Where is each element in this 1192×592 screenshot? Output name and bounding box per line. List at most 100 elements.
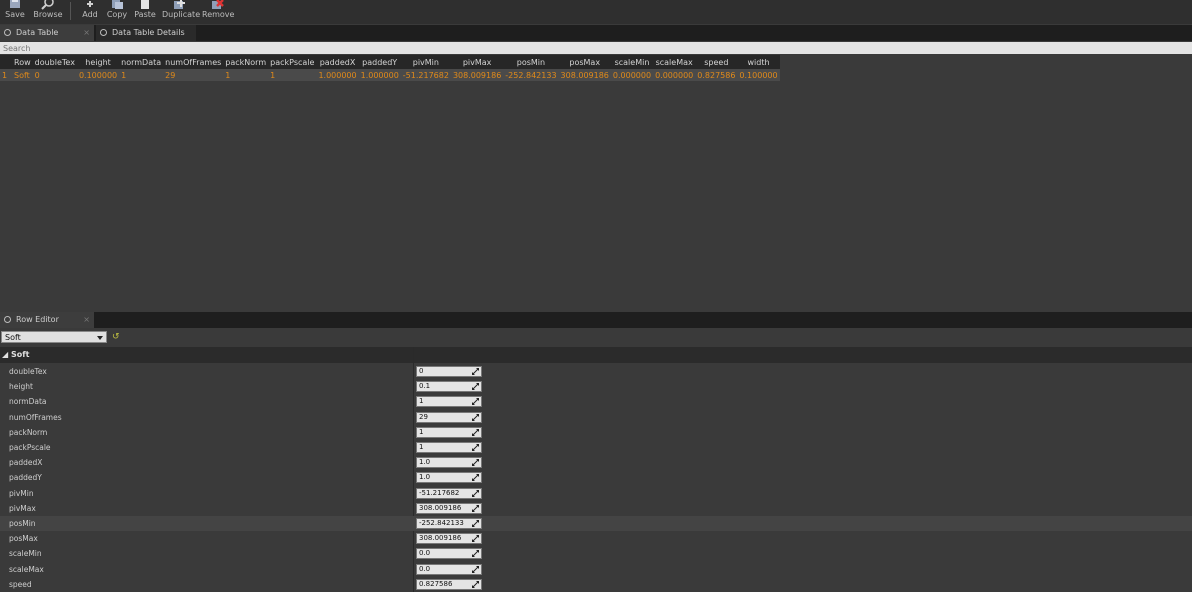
property-row-packpscale: packPscale 1 xyxy=(0,440,1192,455)
row-selector-dropdown[interactable]: Soft xyxy=(1,331,107,343)
property-label: numOfFrames xyxy=(9,413,62,422)
row-editor-tab-icon xyxy=(4,316,11,323)
category-name: Soft xyxy=(10,350,30,359)
row-editor-tab-bar: Row Editor × xyxy=(0,312,1192,328)
duplicate-button[interactable]: Duplicate xyxy=(162,0,201,22)
copy-button[interactable]: Copy xyxy=(105,0,129,22)
save-button[interactable]: Save xyxy=(2,0,28,22)
column-header[interactable]: normData xyxy=(119,55,164,69)
drag-handle-icon[interactable] xyxy=(472,550,479,557)
drag-handle-icon[interactable] xyxy=(472,383,479,390)
paste-button[interactable]: Paste xyxy=(133,0,157,22)
close-icon[interactable]: × xyxy=(83,312,90,328)
copy-label: Copy xyxy=(106,10,128,19)
table-cell[interactable]: Soft xyxy=(12,69,33,81)
column-header[interactable]: pivMax xyxy=(450,55,504,69)
drag-handle-icon[interactable] xyxy=(472,535,479,542)
column-header[interactable]: pivMin xyxy=(400,55,451,69)
column-header[interactable]: width xyxy=(737,55,780,69)
remove-button[interactable]: Remove xyxy=(202,0,235,22)
top-tab-bar: Data Table × Data Table Details xyxy=(0,25,1192,41)
property-row-numofframes: numOfFrames 29 xyxy=(0,410,1192,425)
column-header[interactable]: numOfFrames xyxy=(163,55,224,69)
table-cell[interactable]: -51.217682 xyxy=(400,69,451,81)
search-input[interactable] xyxy=(0,42,1192,54)
property-label: paddedX xyxy=(9,458,43,467)
drag-handle-icon[interactable] xyxy=(472,505,479,512)
drag-handle-icon[interactable] xyxy=(472,474,479,481)
property-row-normdata: normData 1 xyxy=(0,394,1192,409)
drag-handle-icon[interactable] xyxy=(472,520,479,527)
duplicate-icon xyxy=(174,0,185,9)
reset-icon[interactable]: ↺ xyxy=(112,332,120,342)
table-header-row: Row doubleTex height normData numOfFrame… xyxy=(0,55,780,69)
drag-handle-icon[interactable] xyxy=(472,429,479,436)
table-cell[interactable]: 1.000000 xyxy=(358,69,401,81)
remove-label: Remove xyxy=(202,10,235,19)
property-row-posmin: posMin -252.842133 xyxy=(0,516,1192,531)
row-index-header xyxy=(0,55,12,69)
browse-button[interactable]: Browse xyxy=(33,0,63,22)
column-header[interactable]: packPscale xyxy=(268,55,317,69)
column-header[interactable]: posMin xyxy=(503,55,559,69)
category-header[interactable]: ◢ Soft xyxy=(0,347,1192,363)
browse-label: Browse xyxy=(33,10,63,19)
property-label: height xyxy=(9,382,33,391)
table-cell[interactable]: 1.000000 xyxy=(316,69,359,81)
chevron-down-icon xyxy=(97,336,103,340)
drag-handle-icon[interactable] xyxy=(472,490,479,497)
details-tab-icon xyxy=(100,29,107,36)
drag-handle-icon[interactable] xyxy=(472,414,479,421)
table-cell[interactable]: 0.100000 xyxy=(76,69,120,81)
duplicate-label: Duplicate xyxy=(162,10,201,19)
column-header[interactable]: paddedY xyxy=(358,55,401,69)
category-label: ◢ Soft xyxy=(2,350,30,359)
table-cell[interactable]: 29 xyxy=(163,69,224,81)
add-label: Add xyxy=(82,10,98,19)
property-row-posmax: posMax 308.009186 xyxy=(0,531,1192,546)
close-icon[interactable]: × xyxy=(83,25,90,41)
tab-data-table[interactable]: Data Table × xyxy=(0,25,94,41)
data-table-tab-icon xyxy=(4,29,11,36)
property-label: paddedY xyxy=(9,473,42,482)
property-label: pivMax xyxy=(9,504,36,513)
table-cell[interactable]: 0 xyxy=(32,69,77,81)
row-selector-value: Soft xyxy=(5,333,21,342)
property-row-pivmin: pivMin -51.217682 xyxy=(0,486,1192,501)
column-header[interactable]: paddedX xyxy=(316,55,359,69)
column-header[interactable]: doubleTex xyxy=(32,55,77,69)
column-header[interactable]: scaleMin xyxy=(610,55,654,69)
column-header[interactable]: packNorm xyxy=(223,55,269,69)
drag-handle-icon[interactable] xyxy=(472,459,479,466)
tab-data-table-details[interactable]: Data Table Details xyxy=(96,25,196,41)
paste-icon xyxy=(141,0,149,9)
table-cell[interactable]: 0.100000 xyxy=(737,69,780,81)
table-cell[interactable]: 0.000000 xyxy=(653,69,696,81)
drag-handle-icon[interactable] xyxy=(472,581,479,588)
column-header[interactable]: height xyxy=(76,55,120,69)
table-cell[interactable]: 0.000000 xyxy=(610,69,654,81)
table-cell[interactable]: 0.827586 xyxy=(695,69,738,81)
drag-handle-icon[interactable] xyxy=(472,444,479,451)
table-cell[interactable]: 1 xyxy=(268,69,317,81)
table-cell[interactable]: 308.009186 xyxy=(450,69,504,81)
property-row-doubletex: doubleTex 0 xyxy=(0,364,1192,379)
table-cell[interactable]: 308.009186 xyxy=(558,69,611,81)
column-header[interactable]: scaleMax xyxy=(653,55,696,69)
table-row[interactable]: 1 Soft 0 0.100000 1 29 1 1 1.000000 1.00… xyxy=(0,69,780,81)
column-header[interactable]: posMax xyxy=(558,55,611,69)
property-label: scaleMin xyxy=(9,549,42,558)
add-icon xyxy=(87,1,93,7)
add-button[interactable]: Add xyxy=(80,0,100,22)
drag-handle-icon[interactable] xyxy=(472,566,479,573)
tab-row-editor[interactable]: Row Editor × xyxy=(0,312,94,328)
table-cell[interactable]: 1 xyxy=(223,69,269,81)
drag-handle-icon[interactable] xyxy=(472,368,479,375)
table-cell[interactable]: -252.842133 xyxy=(503,69,559,81)
column-header[interactable]: Row xyxy=(12,55,33,69)
table-cell[interactable]: 1 xyxy=(119,69,164,81)
property-label: normData xyxy=(9,397,47,406)
drag-handle-icon[interactable] xyxy=(472,398,479,405)
property-label: pivMin xyxy=(9,489,34,498)
column-header[interactable]: speed xyxy=(695,55,738,69)
